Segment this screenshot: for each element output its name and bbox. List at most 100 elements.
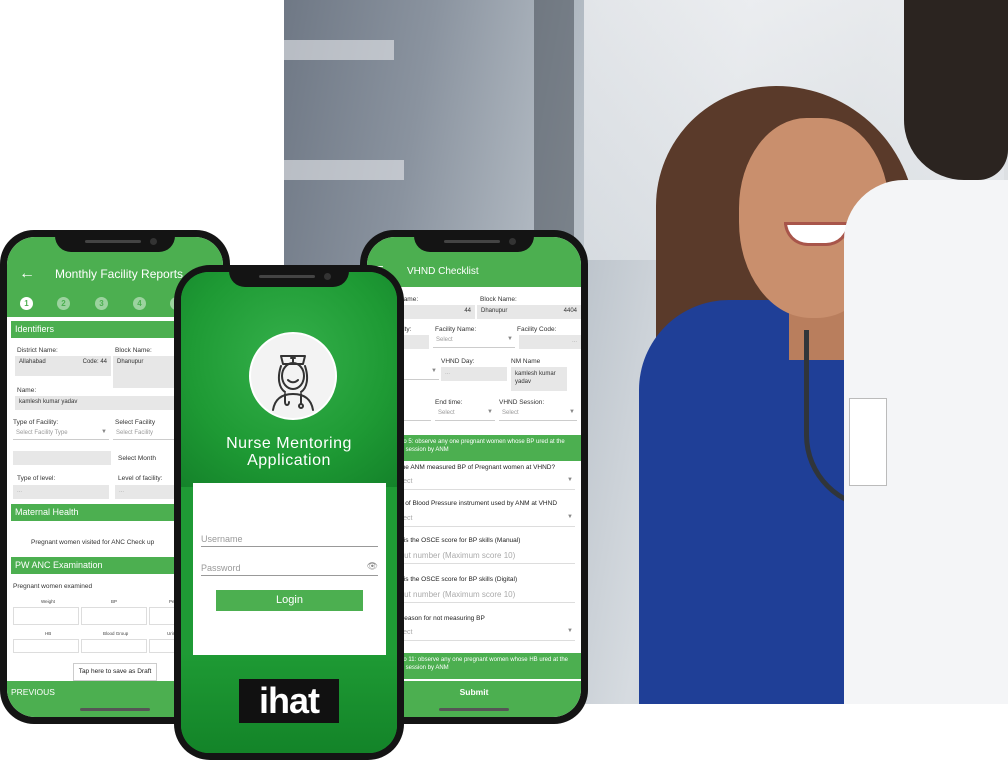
app-title-line1: Nurse Mentoring [226,435,352,452]
nurse-icon [249,332,337,420]
name-field: kamlesh kumar yadav Co [15,396,195,410]
bp-measured-dropdown[interactable]: Select▼ [393,476,575,490]
chevron-down-icon: ▼ [567,628,573,634]
step-4[interactable]: 4 [133,297,146,310]
month-blank-field [13,451,111,465]
facility-type-dropdown[interactable]: Select Facility Type ▼ [13,428,109,440]
submit-label: Submit [459,687,489,697]
facility-name-placeholder: Select [436,337,453,343]
col-weight: Weight [41,599,55,604]
password-placeholder: Password [201,563,241,573]
block-label: Block Name: [480,296,517,303]
ihat-logo: ihat [239,679,339,723]
facility-code-label: Facility Code: [517,326,557,333]
eye-icon[interactable]: 👁 [367,561,378,572]
chevron-down-icon: ▼ [431,368,437,374]
facility-name-dropdown[interactable]: Select ▼ [433,335,515,348]
session-placeholder: Select [502,410,519,416]
block-field: Dhanupur 4404 [477,305,581,319]
type-level-field[interactable]: ... [13,485,109,499]
osce-digital-input[interactable]: Input number (Maximum score 10) [393,588,575,603]
step-1[interactable]: 1 [20,297,33,310]
nm-name-value: kamlesh kumar yadav [515,371,556,385]
osce-digital-placeholder: Input number (Maximum score 10) [393,590,516,599]
pw-examined-label: Pregnant women examined [13,583,93,590]
blood-group-input[interactable] [81,639,147,653]
type-level-value: ... [17,488,23,494]
chevron-down-icon: ▼ [567,477,573,483]
name-label: Name: [17,387,37,394]
password-input[interactable]: Password 👁 [201,561,378,576]
chevron-down-icon: ▼ [487,409,493,415]
select-month[interactable]: Select Month [118,455,156,462]
level-facility-value: ... [119,488,125,494]
session-dropdown[interactable]: Select ▼ [499,408,577,421]
block-value: Dhanupur [481,308,508,314]
district-code: 44 [464,308,471,314]
chevron-down-icon: ▼ [569,409,575,415]
district-field: Allahabad Code: 44 [15,356,111,376]
osce-manual-placeholder: Input number (Maximum score 10) [393,551,516,560]
doctor-hair [904,0,1008,180]
question-osce-digital: hat is the OSCE score for BP skills (Dig… [393,576,518,583]
session-label: VHND Session: [499,399,545,406]
nm-name-field: kamlesh kumar yadav [511,367,567,391]
question-no-bp-reason: he reason for not measuring BP [393,615,485,622]
question-osce-manual: hat is the OSCE score for BP skills (Man… [393,537,521,544]
name-value: kamlesh kumar yadav [19,399,78,405]
type-facility-label: Type of Facility: [13,419,59,426]
phone-notch [55,230,175,252]
type-level-label: Type of level: [17,475,56,482]
previous-button[interactable]: PREVIOUS [11,687,55,697]
login-button[interactable]: Login [216,590,363,611]
chevron-down-icon: ▼ [567,514,573,520]
page-title: Monthly Facility Reports [55,267,184,281]
phone-login: Nurse Mentoring Application Username Pas… [174,265,404,760]
facility-code-value: ... [571,338,577,344]
home-indicator [439,708,509,711]
facility-type-placeholder: Select Facility Type [16,430,68,436]
facility-name-label: Facility Name: [435,326,477,333]
nurse-icon-graphic [272,355,314,411]
home-indicator [80,708,150,711]
app-title-line2: Application [247,452,331,469]
no-bp-reason-dropdown[interactable]: Select▼ [393,627,575,641]
vhnd-day-value: ... [445,370,451,376]
arrow-left-icon[interactable]: ← [19,265,35,283]
question-bp-measured: id the ANM measured BP of Pregnant women… [393,464,556,471]
login-form: Username Password 👁 Login [193,483,386,655]
col-blood-group: Blood Group [103,631,129,636]
vhnd-day-field: ... [441,367,507,381]
brand-footer: ihat [181,655,397,753]
phone-notch [414,230,534,252]
col-hb: HB [45,631,52,636]
page-title: VHND Checklist [407,266,479,277]
district-label: District Name: [17,347,58,354]
username-input[interactable]: Username [201,534,378,547]
hb-input[interactable] [13,639,79,653]
block-label: Block Name: [115,347,152,354]
vhnd-day-label: VHND Day: [441,358,475,365]
nm-name-label: NM Name [511,358,541,365]
chevron-down-icon: ▼ [101,429,107,435]
step-2[interactable]: 2 [57,297,70,310]
district-value: Allahabad [19,359,46,365]
bp-input[interactable] [81,607,147,625]
splash-header: Nurse Mentoring Application [181,272,397,487]
osce-manual-input[interactable]: Input number (Maximum score 10) [393,549,575,564]
background-blind [284,160,404,180]
end-time-dropdown[interactable]: Select ▼ [435,408,495,421]
username-placeholder: Username [201,534,243,544]
phone-notch [229,265,349,287]
question-bp-instrument: ype of Blood Pressure instrument used by… [393,500,558,507]
select-facility-label: Select Facility [115,419,156,426]
save-draft-button[interactable]: Tap here to save as Draft [73,663,157,681]
id-badge [849,398,887,486]
step-3[interactable]: 3 [95,297,108,310]
level-facility-label: Level of facility: [118,475,163,482]
block-value: Dhanupur [117,359,144,365]
facility-code-field: ... [519,335,581,349]
bp-instrument-dropdown[interactable]: Select▼ [393,513,575,527]
weight-input[interactable] [13,607,79,625]
col-bp: BP [111,599,118,604]
